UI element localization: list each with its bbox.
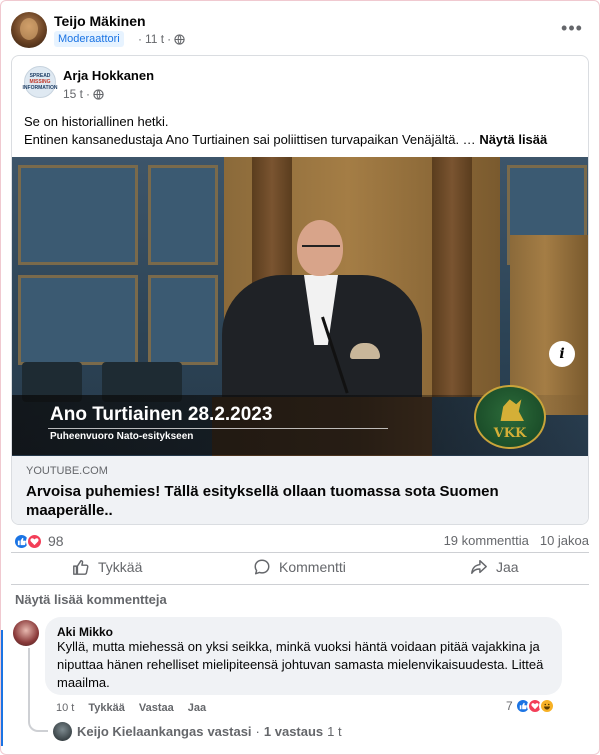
link-domain: YOUTUBE.COM — [26, 465, 108, 477]
shared-time[interactable]: 15 t — [63, 87, 83, 101]
vkk-logo: VKK — [474, 385, 546, 449]
wall-panel — [148, 275, 218, 365]
comment-button[interactable]: Kommentti — [253, 557, 346, 577]
link-title[interactable]: Arvoisa puhemies! Tällä esityksellä olla… — [26, 482, 566, 520]
thumbs-up-icon — [73, 559, 89, 575]
comment-reaction-count: 7 — [506, 699, 513, 713]
shared-post-card[interactable]: SPREAD MISSING INFORMATION Arja Hokkanen… — [11, 55, 589, 525]
ellipsis-icon: ••• — [561, 17, 583, 38]
commenter-avatar[interactable] — [13, 620, 39, 646]
wall-panel — [148, 165, 218, 265]
poster-avatar[interactable] — [11, 12, 47, 48]
love-reaction-icon — [26, 532, 43, 550]
reaction-summary[interactable]: 98 — [13, 532, 64, 550]
post-time-separator: · — [167, 32, 172, 46]
view-more-comments-link[interactable]: Näytä lisää kommentteja — [15, 592, 167, 607]
shared-separator: · — [86, 87, 91, 101]
divider — [11, 584, 589, 585]
commenter-name[interactable]: Aki Mikko — [57, 625, 113, 639]
video-thumbnail[interactable]: Ano Turtiainen 28.2.2023 Puheenvuoro Nat… — [12, 157, 588, 456]
post-meta: · 11 t · — [138, 31, 185, 47]
like-button[interactable]: Tykkää — [72, 557, 142, 577]
comment-share-button[interactable]: Jaa — [188, 702, 206, 714]
comment-like-button[interactable]: Tykkää — [88, 702, 125, 714]
lectern-lamp — [350, 343, 380, 359]
comment-text: Kyllä, mutta miehessä on yksi seikka, mi… — [57, 639, 544, 690]
reply-count[interactable]: 1 vastaus — [264, 724, 323, 739]
shared-text-line-2: Entinen kansanedustaja Ano Turtiainen sa… — [24, 131, 584, 149]
post-time-value[interactable]: 11 t — [145, 31, 164, 47]
speaker-glasses — [302, 245, 340, 251]
comment-label: Kommentti — [279, 559, 346, 575]
comment-actions: 10 t Tykkää Vastaa Jaa — [56, 702, 206, 714]
poster-name[interactable]: Teijo Mäkinen — [54, 13, 146, 29]
share-label: Jaa — [496, 559, 519, 575]
reply-author-name[interactable]: Keijo Kielaankangas — [77, 724, 203, 739]
comment-bubble: Aki Mikko Kyllä, mutta miehessä on yksi … — [45, 617, 562, 695]
shared-post-text: Se on historiallinen hetki. Entinen kans… — [24, 113, 584, 149]
share-button[interactable]: Jaa — [470, 557, 519, 577]
reply-separator: · — [255, 724, 260, 739]
reply-time: 1 t — [327, 724, 342, 739]
reply-action: vastasi — [207, 724, 252, 739]
shared-text-line-1: Se on historiallinen hetki. — [24, 114, 169, 129]
wood-column — [432, 157, 472, 397]
divider — [11, 552, 589, 553]
reaction-count[interactable]: 98 — [48, 533, 64, 549]
comment-bubble-icon — [254, 559, 270, 575]
video-title: Ano Turtiainen 28.2.2023 — [50, 404, 273, 425]
reply-summary[interactable]: Keijo Kielaankangas vastasi · 1 vastaus … — [77, 724, 342, 739]
lion-icon — [500, 399, 524, 421]
wall-panel — [18, 275, 138, 365]
see-more-link[interactable]: Näytä lisää — [479, 132, 547, 147]
comment-reply-button[interactable]: Vastaa — [139, 702, 174, 714]
reply-author-avatar[interactable] — [53, 722, 72, 741]
globe-icon — [174, 33, 185, 45]
thread-indicator — [1, 630, 3, 746]
post-time: · — [138, 32, 142, 46]
comment-time[interactable]: 10 t — [56, 702, 74, 714]
haha-reaction-icon — [538, 698, 555, 714]
globe-icon — [93, 88, 104, 100]
shared-text-body: Entinen kansanedustaja Ano Turtiainen sa… — [24, 132, 476, 147]
share-count[interactable]: 10 jakoa — [540, 533, 589, 548]
lower-third-line — [48, 428, 388, 429]
shared-author-name[interactable]: Arja Hokkanen — [63, 68, 154, 83]
shared-author-avatar[interactable]: SPREAD MISSING INFORMATION — [22, 66, 58, 98]
moderator-badge: Moderaattori — [54, 31, 124, 47]
comment-count[interactable]: 19 kommenttia — [444, 533, 529, 548]
link-preview[interactable]: YOUTUBE.COM Arvoisa puhemies! Tällä esit… — [12, 456, 588, 524]
vkk-logo-text: VKK — [493, 426, 527, 441]
engagement-counts: 19 kommenttia 10 jakoa — [444, 533, 589, 548]
more-options-button[interactable]: ••• — [556, 16, 588, 40]
comment-reactions[interactable]: 7 — [506, 698, 555, 714]
info-icon[interactable]: i — [549, 341, 575, 367]
wall-panel — [18, 165, 138, 265]
like-label: Tykkää — [98, 559, 143, 575]
shared-meta: 15 t · — [63, 87, 104, 101]
share-arrow-icon — [471, 559, 487, 575]
video-subtitle: Puheenvuoro Nato-esitykseen — [50, 431, 194, 442]
avatar-text-3: INFORMATION — [22, 85, 58, 91]
